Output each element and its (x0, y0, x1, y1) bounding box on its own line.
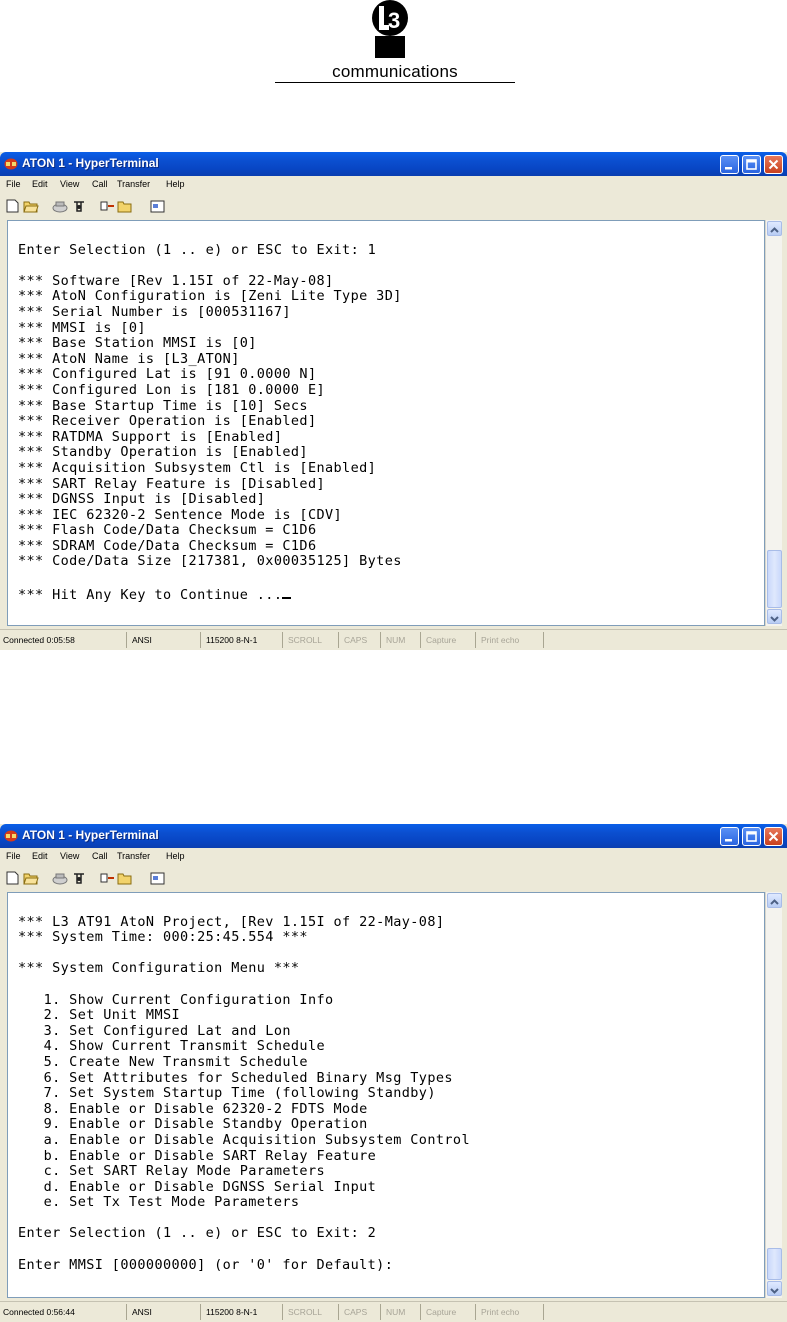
status-print-echo: Print echo (478, 632, 544, 648)
status-print-echo: Print echo (478, 1304, 544, 1320)
new-connection-icon[interactable] (6, 871, 19, 885)
terminal-screen[interactable]: Enter Selection (1 .. e) or ESC to Exit:… (7, 220, 765, 626)
scrollbar-thumb[interactable] (767, 550, 782, 608)
close-button[interactable] (764, 827, 783, 846)
maximize-button[interactable] (742, 827, 761, 846)
l3-logo-icon: 3 (372, 0, 408, 58)
menu-call[interactable]: Call (92, 851, 108, 861)
status-port-settings: 115200 8-N-1 (203, 1304, 283, 1320)
text-cursor (282, 586, 292, 599)
disconnect-icon[interactable] (52, 871, 68, 885)
dial-icon[interactable] (72, 199, 86, 213)
status-emulation: ANSI (129, 1304, 201, 1320)
close-button[interactable] (764, 155, 783, 174)
vertical-scrollbar[interactable] (765, 220, 782, 626)
menu-transfer[interactable]: Transfer (117, 179, 150, 189)
scroll-down-button[interactable] (767, 1281, 782, 1296)
properties-icon[interactable] (150, 199, 166, 213)
status-caps: CAPS (341, 632, 381, 648)
hyperterminal-app-icon[interactable] (4, 157, 18, 170)
status-capture: Capture (423, 632, 476, 648)
dial-icon[interactable] (72, 871, 86, 885)
vertical-scrollbar[interactable] (765, 892, 782, 1298)
properties-icon[interactable] (150, 871, 166, 885)
window-title: ATON 1 - HyperTerminal (22, 156, 159, 170)
hyperterminal-window-2: ATON 1 - HyperTerminal File Edit View Ca… (0, 824, 787, 1322)
minimize-button[interactable] (720, 155, 739, 174)
terminal-output: Enter Selection (1 .. e) or ESC to Exit:… (18, 241, 402, 603)
menu-call[interactable]: Call (92, 179, 108, 189)
menu-help[interactable]: Help (166, 179, 185, 189)
menu-edit[interactable]: Edit (32, 851, 48, 861)
hyperterminal-app-icon[interactable] (4, 829, 18, 842)
menu-bar: File Edit View Call Transfer Help (0, 848, 787, 866)
logo-underline (275, 82, 515, 83)
status-num: NUM (383, 1304, 421, 1320)
open-icon[interactable] (23, 199, 39, 213)
status-scroll: SCROLL (285, 1304, 339, 1320)
menu-file[interactable]: File (6, 851, 21, 861)
minimize-button[interactable] (720, 827, 739, 846)
status-bar: Connected 0:56:44 ANSI 115200 8-N-1 SCRO… (0, 1301, 787, 1322)
receive-icon[interactable] (117, 871, 133, 885)
status-emulation: ANSI (129, 632, 201, 648)
scroll-up-button[interactable] (767, 893, 782, 908)
toolbar (0, 195, 787, 217)
l3-communications-logo: 3 communications (275, 0, 515, 84)
logo-wordmark: communications (332, 62, 458, 81)
hyperterminal-window-1: ATON 1 - HyperTerminal File Edit View Ca… (0, 152, 787, 650)
svg-text:3: 3 (388, 8, 400, 33)
title-bar[interactable]: ATON 1 - HyperTerminal (0, 152, 787, 176)
send-icon[interactable] (100, 871, 116, 885)
menu-bar: File Edit View Call Transfer Help (0, 176, 787, 194)
scroll-up-button[interactable] (767, 221, 782, 236)
status-port-settings: 115200 8-N-1 (203, 632, 283, 648)
menu-file[interactable]: File (6, 179, 21, 189)
terminal-output: *** L3 AT91 AtoN Project, [Rev 1.15I of … (18, 913, 470, 1273)
status-connected-time: Connected 0:56:44 (0, 1304, 127, 1320)
menu-view[interactable]: View (60, 179, 79, 189)
disconnect-icon[interactable] (52, 199, 68, 213)
open-icon[interactable] (23, 871, 39, 885)
status-capture: Capture (423, 1304, 476, 1320)
title-bar[interactable]: ATON 1 - HyperTerminal (0, 824, 787, 848)
menu-view[interactable]: View (60, 851, 79, 861)
toolbar (0, 867, 787, 889)
menu-help[interactable]: Help (166, 851, 185, 861)
scrollbar-thumb[interactable] (767, 1248, 782, 1280)
menu-transfer[interactable]: Transfer (117, 851, 150, 861)
status-bar: Connected 0:05:58 ANSI 115200 8-N-1 SCRO… (0, 629, 787, 650)
status-scroll: SCROLL (285, 632, 339, 648)
terminal-screen[interactable]: *** L3 AT91 AtoN Project, [Rev 1.15I of … (7, 892, 765, 1298)
status-num: NUM (383, 632, 421, 648)
window-title: ATON 1 - HyperTerminal (22, 828, 159, 842)
status-connected-time: Connected 0:05:58 (0, 632, 127, 648)
scroll-down-button[interactable] (767, 609, 782, 624)
receive-icon[interactable] (117, 199, 133, 213)
new-connection-icon[interactable] (6, 199, 19, 213)
status-caps: CAPS (341, 1304, 381, 1320)
send-icon[interactable] (100, 199, 116, 213)
maximize-button[interactable] (742, 155, 761, 174)
menu-edit[interactable]: Edit (32, 179, 48, 189)
